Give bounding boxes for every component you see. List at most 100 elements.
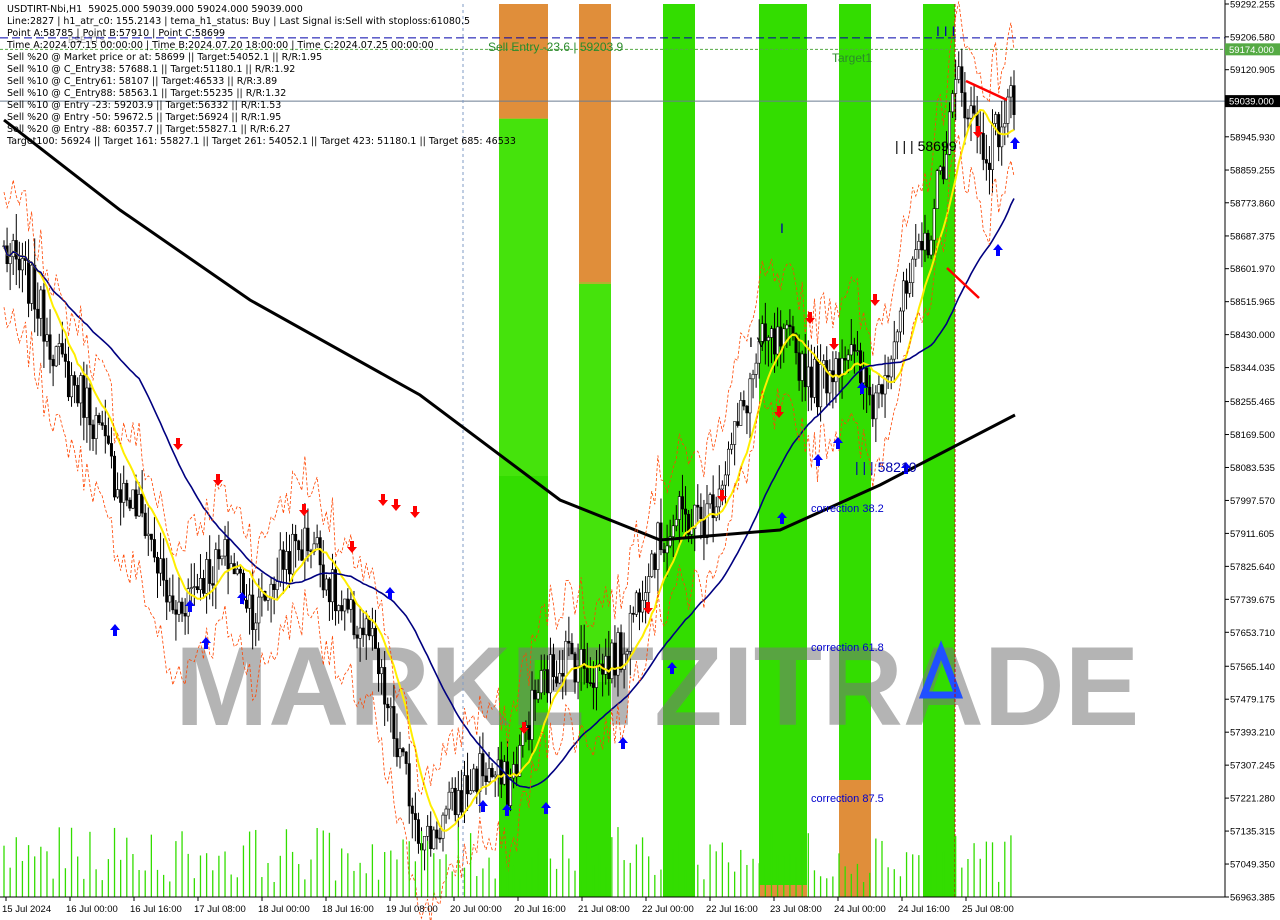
candle-body <box>954 79 958 94</box>
candle-body <box>128 499 132 509</box>
candle-body <box>33 264 37 310</box>
candle-body <box>493 774 497 778</box>
candle-body <box>892 341 896 360</box>
candle-body <box>257 596 261 624</box>
candle-body <box>889 358 893 378</box>
candle-body <box>859 350 863 384</box>
candle-body <box>994 114 998 124</box>
candle-body <box>776 326 780 355</box>
candle-body <box>567 640 571 644</box>
candle-body <box>862 367 866 384</box>
candle-body <box>960 66 964 93</box>
candle-body <box>1009 85 1013 98</box>
candle-body <box>561 672 565 677</box>
candle-body <box>168 595 172 603</box>
price-tick-label: 58601.970 <box>1230 264 1275 275</box>
candle-body <box>217 549 221 560</box>
candle-body <box>917 240 921 250</box>
candle-body <box>865 367 869 388</box>
candle-body <box>769 328 773 338</box>
candle-body <box>85 387 89 418</box>
candle-body <box>533 689 537 700</box>
candle-body <box>238 568 242 574</box>
candle-body <box>548 654 552 694</box>
candle-body <box>733 421 737 445</box>
candle-body <box>699 506 703 520</box>
candle-body <box>625 651 629 655</box>
candle-body <box>809 366 813 398</box>
candle-body <box>383 667 387 705</box>
candle-body <box>346 598 350 610</box>
candle-body <box>920 240 924 251</box>
candle-body <box>315 537 319 545</box>
time-tick-label: 20 Jul 16:00 <box>514 904 566 915</box>
candle-body <box>91 424 95 439</box>
orange-zone-3 <box>759 885 807 897</box>
candle-body <box>122 482 126 503</box>
candle-body <box>791 326 795 335</box>
candle-body <box>852 344 856 352</box>
price-tick-label: 57135.315 <box>1230 827 1275 838</box>
candle-body <box>748 378 752 414</box>
candle-body <box>929 239 933 256</box>
candle-body <box>352 599 356 636</box>
candle-body <box>180 601 184 614</box>
wave-iv-label: I V <box>749 334 767 350</box>
candle-body <box>20 258 24 271</box>
candle-body <box>125 482 129 501</box>
candle-body <box>726 448 730 476</box>
candle-body <box>610 642 614 680</box>
price-tick-label: 59292.255 <box>1230 0 1275 11</box>
candle-body <box>512 764 516 779</box>
price-tick-label: 58945.930 <box>1230 132 1275 143</box>
candle-body <box>401 748 405 753</box>
candle-body <box>938 166 942 171</box>
candle-body <box>650 553 654 577</box>
correction-38-label: correction 38.2 <box>811 503 884 515</box>
candle-body <box>205 559 209 594</box>
candle-body <box>901 280 905 312</box>
candle-body <box>552 654 556 678</box>
candle-body <box>438 837 442 840</box>
candle-body <box>779 326 783 347</box>
candle-body <box>908 282 912 294</box>
candle-body <box>453 787 457 816</box>
chart-area[interactable]: MARKETZITRADE Sell Entry -23.6 | 59203.9 T… <box>0 0 1280 920</box>
candle-body <box>499 759 503 785</box>
time-tick-label: 20 Jul 00:00 <box>450 904 502 915</box>
candle-body <box>159 558 163 574</box>
candle-body <box>647 576 651 593</box>
time-tick-label: 15 Jul 2024 <box>2 904 51 915</box>
candle-body <box>459 790 463 813</box>
candle-body <box>251 594 255 630</box>
price-tick-label: 57565.140 <box>1230 662 1275 673</box>
candle-body <box>76 385 80 404</box>
price-tick-label: 57997.570 <box>1230 496 1275 507</box>
candle-body <box>195 586 199 591</box>
candle-body <box>484 775 488 782</box>
candle-body <box>435 829 439 839</box>
candle-body <box>162 558 166 581</box>
candle-body <box>855 350 859 352</box>
candle-body <box>426 825 430 837</box>
light-zone-0 <box>499 118 548 476</box>
candle-body <box>155 556 159 574</box>
candle-body <box>745 405 749 414</box>
time-tick-label: 23 Jul 08:00 <box>770 904 822 915</box>
candle-body <box>481 753 485 777</box>
candle-body <box>972 105 976 114</box>
candle-body <box>116 489 120 498</box>
candle-body <box>432 829 436 850</box>
candle-body <box>594 664 598 688</box>
candle-body <box>223 539 227 557</box>
candle-body <box>226 539 230 570</box>
price-tick-label: 57479.175 <box>1230 695 1275 706</box>
watermark: MARKETZITRADE <box>175 624 1139 749</box>
candle-body <box>622 653 626 670</box>
candle-body <box>466 775 470 795</box>
candle-body <box>478 753 482 792</box>
candle-body <box>413 813 417 820</box>
candle-body <box>416 819 420 844</box>
candle-body <box>662 549 666 554</box>
candle-body <box>527 725 531 740</box>
